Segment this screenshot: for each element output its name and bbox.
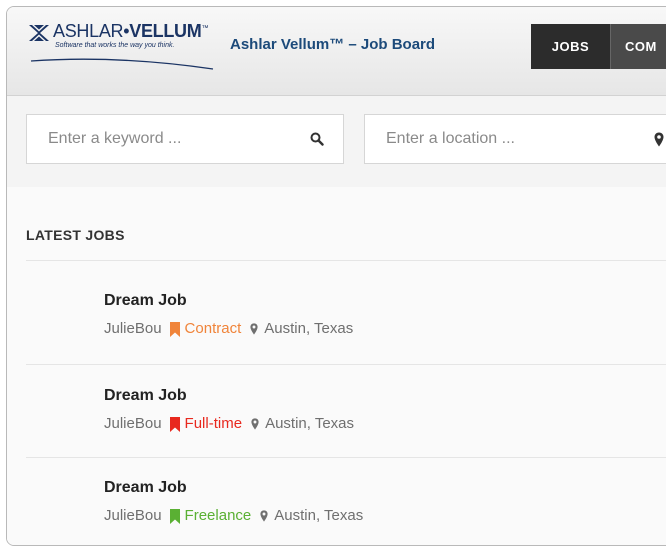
location-input[interactable]: [365, 115, 666, 163]
section-heading: LATEST JOBS: [26, 227, 125, 243]
job-location: Austin, Texas: [264, 320, 354, 337]
divider: [26, 260, 666, 261]
logo-trademark: ™: [201, 25, 209, 32]
logo-name-light: ASHLAR: [53, 21, 124, 41]
logo-name-bold: VELLUM: [129, 21, 202, 41]
nav-companies[interactable]: COM: [610, 24, 666, 69]
search-bar: [7, 96, 666, 187]
logo-swoosh-icon: [30, 58, 214, 70]
divider: [26, 364, 666, 365]
keyword-input[interactable]: [27, 115, 343, 163]
bookmark-icon: [169, 321, 180, 337]
bookmark-icon: [169, 508, 180, 524]
job-listing[interactable]: Dream Job JulieBou Full-time Austin, Tex…: [104, 386, 664, 434]
job-company: JulieBou: [104, 320, 162, 337]
divider: [26, 457, 666, 458]
location-pin-icon[interactable]: [654, 132, 664, 147]
job-location: Austin, Texas: [274, 507, 364, 524]
job-location: Austin, Texas: [265, 415, 355, 432]
page-title: Ashlar Vellum™ – Job Board: [230, 36, 436, 53]
job-meta: JulieBou Full-time Austin, Texas: [104, 414, 664, 434]
app-window: ASHLAR•VELLUM™ Software that works the w…: [6, 6, 666, 546]
keyword-search-box: [26, 114, 344, 164]
job-type-freelance: Freelance: [184, 507, 252, 524]
logo-wordmark: ASHLAR•VELLUM™: [53, 21, 208, 42]
header-bar: ASHLAR•VELLUM™ Software that works the w…: [7, 7, 666, 96]
location-pin-icon: [250, 323, 258, 335]
job-title[interactable]: Dream Job: [104, 386, 664, 406]
latest-jobs-section: LATEST JOBS Dream Job JulieBou Contract …: [7, 187, 666, 545]
job-type-full-time: Full-time: [184, 415, 243, 432]
nav-jobs[interactable]: JOBS: [531, 24, 610, 69]
job-type-contract: Contract: [184, 320, 242, 337]
job-company: JulieBou: [104, 415, 162, 432]
job-meta: JulieBou Freelance Austin, Texas: [104, 506, 664, 526]
job-listing[interactable]: Dream Job JulieBou Contract Austin, Texa…: [104, 291, 664, 339]
job-title[interactable]: Dream Job: [104, 478, 664, 498]
location-pin-icon: [251, 418, 259, 430]
ashlar-vellum-logo[interactable]: ASHLAR•VELLUM™ Software that works the w…: [27, 19, 227, 75]
logo-mark-icon: [29, 25, 49, 41]
job-title[interactable]: Dream Job: [104, 291, 664, 311]
search-icon[interactable]: [310, 132, 324, 146]
bookmark-icon: [169, 416, 180, 432]
location-pin-icon: [260, 510, 268, 522]
job-meta: JulieBou Contract Austin, Texas: [104, 319, 664, 339]
location-search-box: [364, 114, 666, 164]
top-nav: JOBS COM: [531, 24, 666, 69]
job-listing[interactable]: Dream Job JulieBou Freelance Austin, Tex…: [104, 478, 664, 526]
job-company: JulieBou: [104, 507, 162, 524]
